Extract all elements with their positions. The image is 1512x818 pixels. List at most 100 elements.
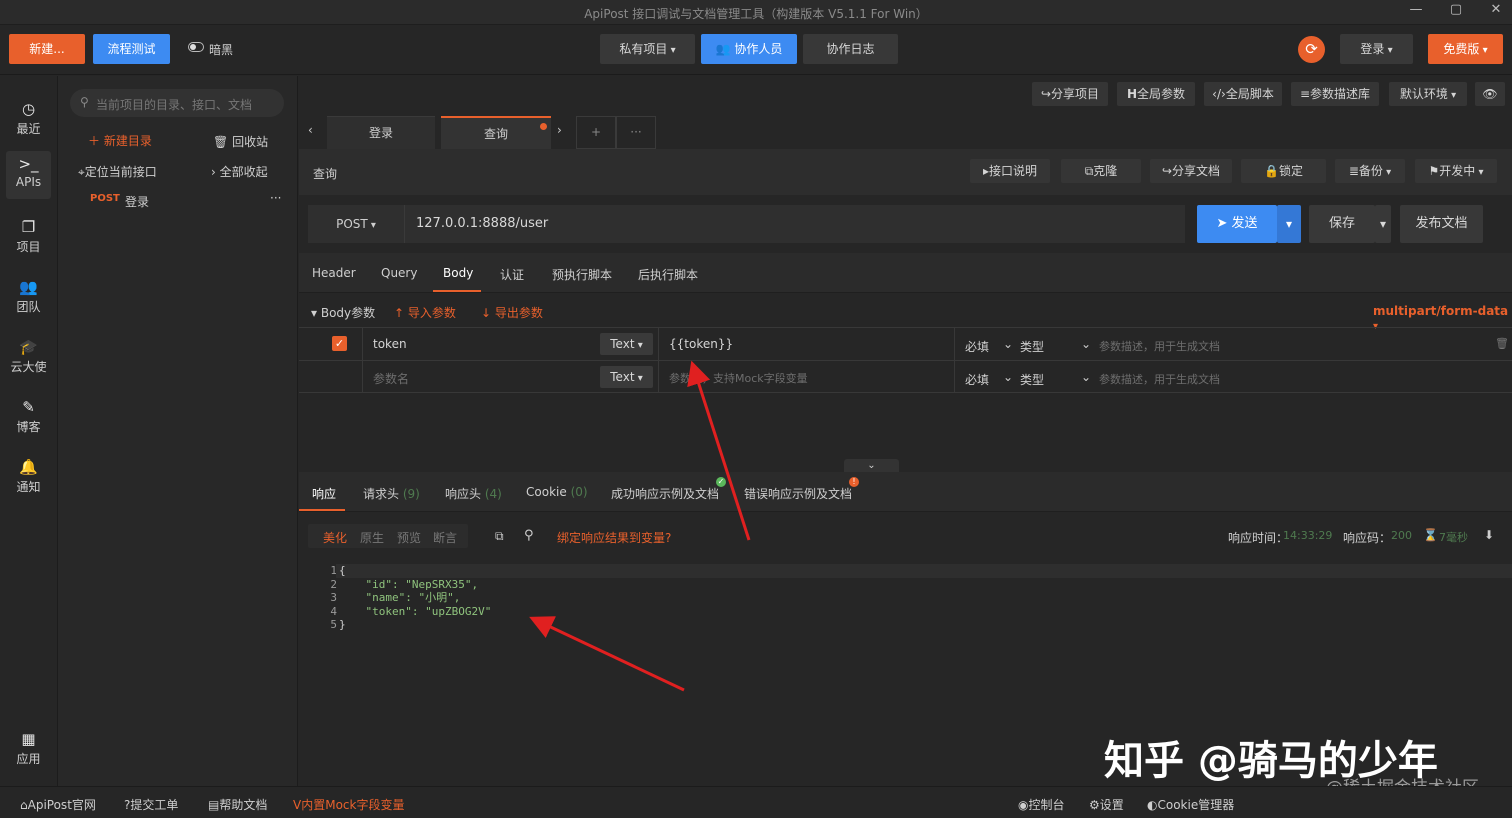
help-docs-link[interactable]: ▤帮助文档 (208, 796, 267, 813)
kind-dropdown-icon[interactable]: ⌄ (1081, 370, 1091, 384)
publish-doc-button[interactable]: 发布文档 (1400, 205, 1483, 243)
search-icon[interactable]: ⚲ (524, 528, 534, 543)
search-input[interactable]: ⚲ 当前项目的目录、接口、文档 (70, 89, 284, 117)
view-raw[interactable]: 原生 (360, 529, 384, 546)
bind-variable-link[interactable]: 绑定响应结果到变量? (557, 529, 671, 546)
subtab-auth[interactable]: 认证 (500, 266, 524, 283)
param-type-dropdown[interactable]: Text (600, 366, 653, 388)
copy-icon[interactable]: ⧉ (495, 529, 504, 544)
save-button[interactable]: 保存 (1309, 205, 1375, 243)
mock-vars-link[interactable]: V内置Mock字段变量 (293, 796, 404, 813)
tab-login[interactable]: 登录 (327, 116, 435, 149)
collaborators-button[interactable]: 👥 协作人员 (701, 34, 797, 64)
tab-success-examples[interactable]: 成功响应示例及文档 (611, 485, 719, 502)
locate-button[interactable]: ⌖定位当前接口 (78, 163, 157, 180)
nav-apis[interactable]: >_ APIs (6, 151, 51, 199)
kind-label: 类型 (1020, 340, 1045, 354)
global-script-button[interactable]: ‹/›全局脚本 (1204, 82, 1282, 106)
new-button[interactable]: 新建... (9, 34, 85, 64)
list-item[interactable]: POST 登录 ··· (58, 187, 297, 213)
code-line: } (339, 618, 346, 631)
close-icon[interactable]: ✕ (1481, 2, 1511, 22)
required-dropdown-icon[interactable]: ⌄ (1003, 337, 1013, 351)
nav-notify[interactable]: 🔔 通知 (6, 454, 51, 502)
maximize-icon[interactable]: ▢ (1441, 2, 1471, 22)
kind-dropdown-icon[interactable]: ⌄ (1081, 337, 1091, 351)
dark-mode-toggle[interactable] (188, 42, 204, 52)
more-icon[interactable]: ··· (270, 191, 281, 205)
view-preview[interactable]: 预览 (397, 529, 421, 546)
tab-request-headers[interactable]: 请求头 (9) (363, 485, 420, 502)
nav-cloud-ambassador[interactable]: 🎓 云大使 (6, 334, 51, 382)
send-dropdown-icon[interactable]: ▾ (1277, 205, 1301, 243)
cookie-manager-button[interactable]: ◐Cookie管理器 (1147, 796, 1234, 813)
tab-error-examples[interactable]: 错误响应示例及文档 (744, 485, 852, 502)
subtab-post-script[interactable]: 后执行脚本 (638, 266, 698, 283)
chevron-left-icon[interactable]: ‹ (308, 123, 313, 137)
save-dropdown-icon[interactable]: ▾ (1375, 205, 1391, 243)
param-library-button[interactable]: ≡参数描述库 (1291, 82, 1379, 106)
tab-cookie[interactable]: Cookie (0) (526, 485, 588, 499)
param-type-dropdown[interactable]: Text (600, 333, 653, 355)
body-params-toggle[interactable]: ▾ Body参数 (311, 304, 375, 321)
request-subtabs: Header Query Body 认证 预执行脚本 后执行脚本 (299, 253, 1512, 293)
caret-down-icon: ▾ (311, 306, 321, 320)
sync-icon[interactable]: ⟳ (1298, 36, 1325, 63)
env-dropdown[interactable]: 默认环境 (1389, 82, 1467, 106)
delete-icon[interactable]: 🗑 (1495, 337, 1509, 350)
url-input[interactable]: 127.0.0.1:8888/user (404, 205, 1185, 243)
param-value-field[interactable]: {{token}} (658, 328, 954, 360)
desc-placeholder[interactable]: 参数描述，用于生成文档 (1099, 338, 1220, 354)
row-checkbox[interactable]: ✓ (332, 336, 347, 351)
download-icon[interactable]: ⬇ (1484, 528, 1494, 542)
send-button[interactable]: ➤ 发送 (1197, 205, 1277, 243)
global-params-button[interactable]: H全局参数 (1117, 82, 1195, 106)
tab-response[interactable]: 响应 (312, 485, 336, 502)
tab-response-headers[interactable]: 响应头 (4) (445, 485, 502, 502)
backup-dropdown[interactable]: ≣备份 (1335, 159, 1405, 183)
website-link[interactable]: ⌂ApiPost官网 (20, 796, 96, 813)
collab-log-button[interactable]: 协作日志 (803, 34, 898, 64)
private-project-dropdown[interactable]: 私有项目 (600, 34, 695, 64)
new-folder-button[interactable]: ＋ 新建目录 (88, 132, 152, 149)
status-dropdown[interactable]: ⚑开发中 (1415, 159, 1497, 183)
minimize-icon[interactable]: — (1401, 2, 1431, 22)
eye-icon[interactable]: 👁 (1475, 82, 1505, 106)
submit-ticket-link[interactable]: ?提交工单 (124, 796, 178, 813)
more-tabs-button[interactable]: ··· (616, 116, 656, 149)
nav-apps[interactable]: ▦ 应用 (6, 726, 51, 774)
export-params-button[interactable]: ↓ 导出参数 (481, 304, 543, 321)
response-tabs: 响应 请求头 (9) 响应头 (4) Cookie (0) 成功响应示例及文档 … (299, 472, 1512, 512)
import-params-button[interactable]: ↑ 导入参数 (394, 304, 456, 321)
settings-button[interactable]: ⚙设置 (1089, 796, 1124, 813)
nav-blog[interactable]: ✎ 博客 (6, 394, 51, 442)
clone-button[interactable]: ⧉克隆 (1061, 159, 1141, 183)
recycle-button[interactable]: 🗑 回收站 (213, 133, 268, 150)
subtab-header[interactable]: Header (312, 266, 356, 280)
view-assert[interactable]: 断言 (433, 529, 457, 546)
required-dropdown-icon[interactable]: ⌄ (1003, 370, 1013, 384)
param-value-field[interactable]: 参数值，支持Mock字段变量 (658, 361, 954, 393)
share-doc-button[interactable]: ↪分享文档 (1150, 159, 1232, 183)
method-dropdown[interactable]: POST (308, 205, 404, 243)
collapse-all-button[interactable]: › 全部收起 (211, 163, 268, 180)
subtab-pre-script[interactable]: 预执行脚本 (552, 266, 612, 283)
tab-query[interactable]: 查询 (441, 116, 551, 149)
view-pretty[interactable]: 美化 (323, 529, 347, 546)
chevron-down-icon[interactable]: ⌄ (844, 459, 899, 472)
chevron-right-icon[interactable]: › (557, 123, 562, 137)
share-project-button[interactable]: ↪分享项目 (1032, 82, 1108, 106)
lock-button[interactable]: 🔒锁定 (1241, 159, 1326, 183)
console-button[interactable]: ◉控制台 (1018, 796, 1065, 813)
api-doc-button[interactable]: ▸接口说明 (970, 159, 1050, 183)
login-dropdown[interactable]: 登录 (1340, 34, 1413, 64)
nav-project[interactable]: ❐ 项目 (6, 214, 51, 262)
nav-recent[interactable]: ◷ 最近 (6, 96, 51, 144)
subtab-query[interactable]: Query (381, 266, 417, 280)
flow-test-button[interactable]: 流程测试 (93, 34, 170, 64)
free-version-dropdown[interactable]: 免费版 (1428, 34, 1503, 64)
desc-placeholder[interactable]: 参数描述，用于生成文档 (1099, 371, 1220, 387)
subtab-body[interactable]: Body (443, 266, 473, 280)
nav-team[interactable]: 👥 团队 (6, 274, 51, 322)
add-tab-button[interactable]: + (576, 116, 616, 149)
